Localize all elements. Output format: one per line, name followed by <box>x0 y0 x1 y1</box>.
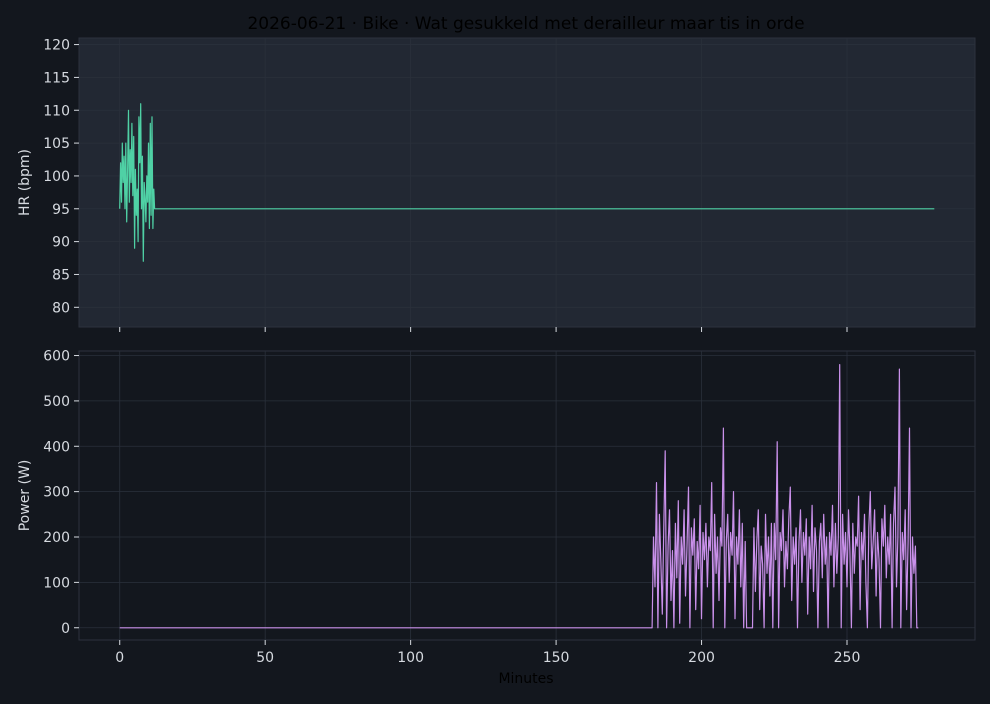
power-y-tick-label: 200 <box>43 530 70 546</box>
x-tick-label: 0 <box>115 650 124 666</box>
hr-y-tick-label: 80 <box>52 300 70 316</box>
x-tick-label: 50 <box>256 650 274 666</box>
power-panel: 0 100 200 300 400 500 600 0 50 100 150 200 250 Power … <box>17 349 976 666</box>
x-tick-label: 200 <box>688 650 715 666</box>
power-y-tick-label: 300 <box>43 485 70 501</box>
hr-y-tick-label: 95 <box>52 202 70 218</box>
power-y-tick-label: 0 <box>61 621 70 637</box>
x-tick-label: 250 <box>834 650 861 666</box>
x-tick-label: 150 <box>543 650 570 666</box>
hr-y-tick-label: 90 <box>52 235 70 251</box>
power-y-tick-label: 600 <box>43 349 70 365</box>
hr-plot-area <box>78 37 976 328</box>
power-y-axis-label: Power (W) <box>17 460 33 532</box>
chart-title: 2026-06-21 · Bike · Wat gesukkeld met de… <box>247 14 804 34</box>
power-y-tick-label: 500 <box>43 394 70 410</box>
hr-y-tick-label: 85 <box>52 267 70 283</box>
power-y-tick-label: 400 <box>43 439 70 455</box>
x-axis-label: Minutes <box>498 671 553 687</box>
power-y-tick-label: 100 <box>43 575 70 591</box>
x-tick-label: 100 <box>397 650 424 666</box>
hr-y-tick-label: 120 <box>43 38 70 54</box>
hr-y-tick-label: 100 <box>43 169 70 185</box>
hr-y-tick-label: 105 <box>43 136 70 152</box>
hr-panel: 80 85 90 95 100 105 110 115 120 HR (bpm) <box>17 37 976 332</box>
chart-figure: 2026-06-21 · Bike · Wat gesukkeld met de… <box>17 14 976 687</box>
hr-y-tick-label: 110 <box>43 103 70 119</box>
hr-y-axis-label: HR (bpm) <box>17 149 33 216</box>
hr-y-tick-label: 115 <box>43 70 70 86</box>
